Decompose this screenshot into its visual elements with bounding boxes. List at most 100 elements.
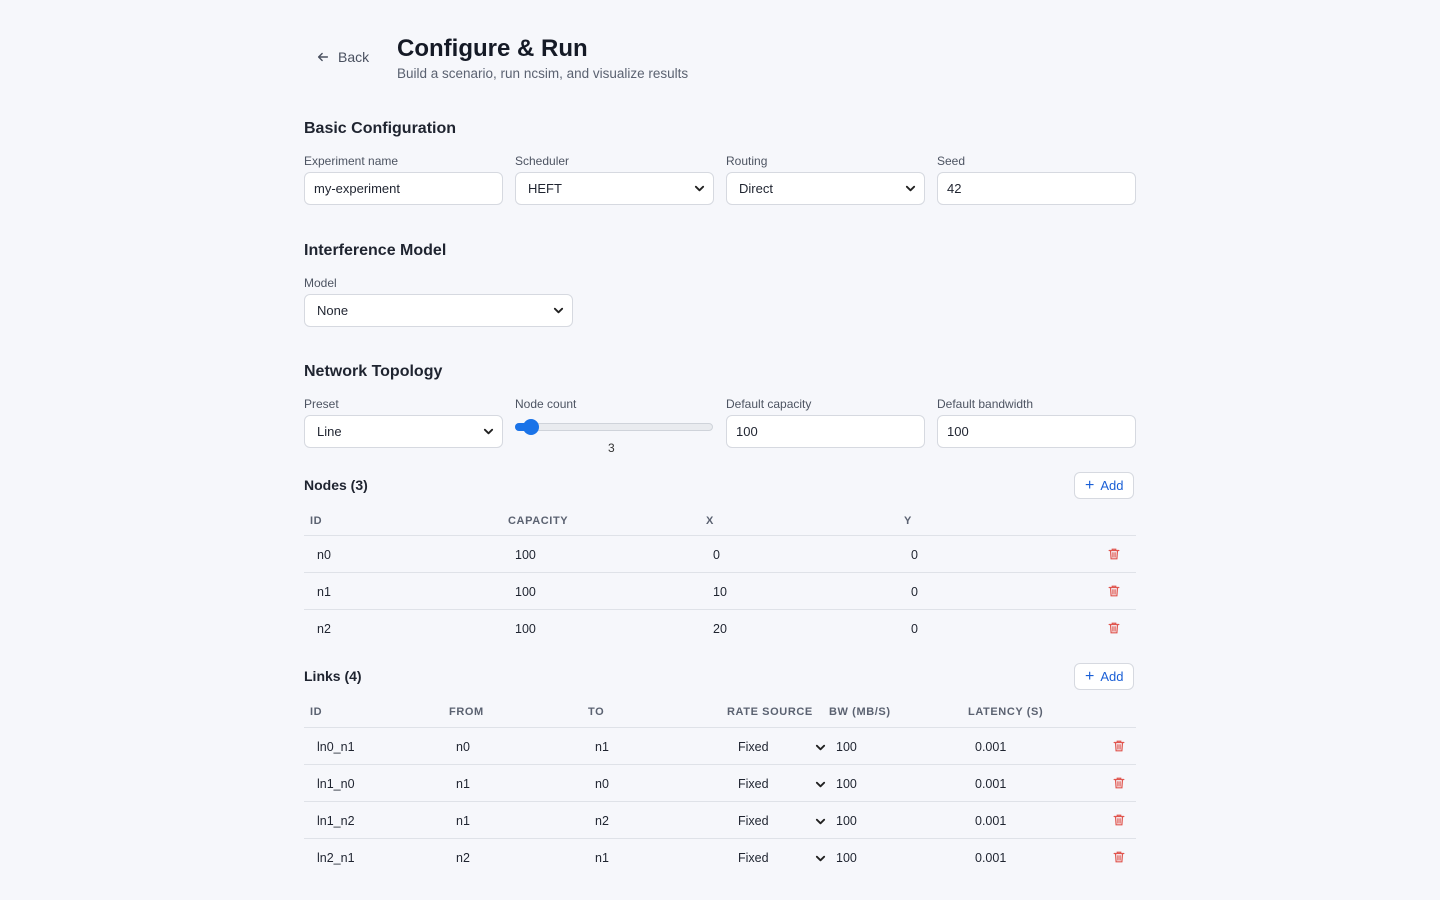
node-count-slider-thumb[interactable] [523, 419, 539, 435]
routing-select[interactable]: Direct [726, 172, 925, 205]
preset-label: Preset [304, 397, 339, 411]
page-subtitle: Build a scenario, run ncsim, and visuali… [397, 66, 689, 81]
experiment-name-input[interactable]: my-experiment [304, 172, 503, 205]
model-select[interactable]: None [304, 294, 573, 327]
nodes-header-id: ID [310, 515, 323, 527]
link-to-cell[interactable]: n1 [595, 851, 609, 865]
node-id-cell[interactable]: n0 [317, 548, 331, 562]
row-divider [304, 764, 1136, 765]
scheduler-label: Scheduler [515, 154, 570, 168]
trash-icon[interactable] [1112, 776, 1126, 790]
model-label: Model [304, 276, 337, 290]
row-divider [304, 838, 1136, 839]
link-to-cell[interactable]: n1 [595, 740, 609, 754]
link-to-cell[interactable]: n0 [595, 777, 609, 791]
links-header-from: FROM [449, 706, 484, 718]
link-from-cell[interactable]: n2 [456, 851, 470, 865]
chevron-down-icon [815, 818, 826, 824]
trash-icon[interactable] [1107, 547, 1121, 561]
links-header-id: ID [310, 706, 323, 718]
node-x-cell[interactable]: 10 [713, 585, 727, 599]
plus-icon: + [1085, 667, 1095, 685]
link-from-cell[interactable]: n0 [456, 740, 470, 754]
links-header-rate-source: RATE SOURCE [727, 706, 813, 718]
node-count-slider[interactable] [515, 423, 713, 431]
node-y-cell[interactable]: 0 [911, 548, 918, 562]
trash-icon[interactable] [1107, 621, 1121, 635]
link-latency-cell[interactable]: 0.001 [975, 851, 1006, 865]
basic-config-title: Basic Configuration [304, 120, 457, 137]
link-id-cell[interactable]: ln0_n1 [317, 740, 355, 754]
rate-source-select[interactable]: Fixed [738, 851, 826, 865]
nodes-header-y: Y [904, 515, 912, 527]
link-latency-cell[interactable]: 0.001 [975, 740, 1006, 754]
links-header-bw: BW (MB/S) [829, 706, 891, 718]
node-capacity-cell[interactable]: 100 [515, 548, 536, 562]
node-y-cell[interactable]: 0 [911, 585, 918, 599]
default-bandwidth-input[interactable]: 100 [937, 415, 1136, 448]
plus-icon: + [1085, 476, 1095, 494]
add-node-button[interactable]: + Add [1074, 472, 1135, 499]
default-capacity-label: Default capacity [726, 397, 812, 411]
trash-icon[interactable] [1112, 850, 1126, 864]
chevron-down-icon [815, 744, 826, 750]
node-x-cell[interactable]: 0 [713, 548, 720, 562]
default-capacity-input[interactable]: 100 [726, 415, 925, 448]
chevron-down-icon [483, 428, 494, 435]
link-bw-cell[interactable]: 100 [836, 851, 857, 865]
link-bw-cell[interactable]: 100 [836, 777, 857, 791]
link-from-cell[interactable]: n1 [456, 814, 470, 828]
node-count-value: 3 [608, 441, 615, 455]
node-capacity-cell[interactable]: 100 [515, 585, 536, 599]
preset-select[interactable]: Line [304, 415, 503, 448]
trash-icon[interactable] [1112, 813, 1126, 827]
nodes-header-capacity: CAPACITY [508, 515, 569, 527]
links-header-latency: LATENCY (S) [968, 706, 1044, 718]
seed-label: Seed [937, 154, 966, 168]
chevron-down-icon [815, 855, 826, 861]
topology-title: Network Topology [304, 363, 443, 380]
link-latency-cell[interactable]: 0.001 [975, 814, 1006, 828]
trash-icon[interactable] [1112, 739, 1126, 753]
link-to-cell[interactable]: n2 [595, 814, 609, 828]
chevron-down-icon [905, 185, 916, 192]
row-divider [304, 801, 1136, 802]
link-from-cell[interactable]: n1 [456, 777, 470, 791]
default-bandwidth-label: Default bandwidth [937, 397, 1034, 411]
arrow-left-icon [317, 52, 329, 62]
add-link-button[interactable]: + Add [1074, 663, 1135, 690]
chevron-down-icon [553, 307, 564, 314]
rate-source-select[interactable]: Fixed [738, 777, 826, 791]
interference-title: Interference Model [304, 242, 447, 259]
node-capacity-cell[interactable]: 100 [515, 622, 536, 636]
rate-source-select[interactable]: Fixed [738, 740, 826, 754]
node-count-label: Node count [515, 397, 577, 411]
nodes-header-divider [304, 535, 1136, 536]
page-title: Configure & Run [397, 35, 588, 62]
link-bw-cell[interactable]: 100 [836, 740, 857, 754]
link-id-cell[interactable]: ln2_n1 [317, 851, 355, 865]
node-x-cell[interactable]: 20 [713, 622, 727, 636]
link-latency-cell[interactable]: 0.001 [975, 777, 1006, 791]
links-header-to: TO [588, 706, 605, 718]
node-id-cell[interactable]: n2 [317, 622, 331, 636]
routing-label: Routing [726, 154, 768, 168]
back-button[interactable]: Back [316, 49, 369, 65]
scheduler-select[interactable]: HEFT [515, 172, 714, 205]
chevron-down-icon [815, 781, 826, 787]
chevron-down-icon [694, 185, 705, 192]
link-id-cell[interactable]: ln1_n2 [317, 814, 355, 828]
link-id-cell[interactable]: ln1_n0 [317, 777, 355, 791]
node-y-cell[interactable]: 0 [911, 622, 918, 636]
nodes-header-x: X [706, 515, 714, 527]
seed-input[interactable]: 42 [937, 172, 1136, 205]
experiment-name-label: Experiment name [304, 154, 399, 168]
node-id-cell[interactable]: n1 [317, 585, 331, 599]
links-title: Links (4) [304, 668, 362, 684]
row-divider [304, 572, 1136, 573]
row-divider [304, 609, 1136, 610]
link-bw-cell[interactable]: 100 [836, 814, 857, 828]
nodes-title: Nodes (3) [304, 477, 368, 493]
rate-source-select[interactable]: Fixed [738, 814, 826, 828]
trash-icon[interactable] [1107, 584, 1121, 598]
